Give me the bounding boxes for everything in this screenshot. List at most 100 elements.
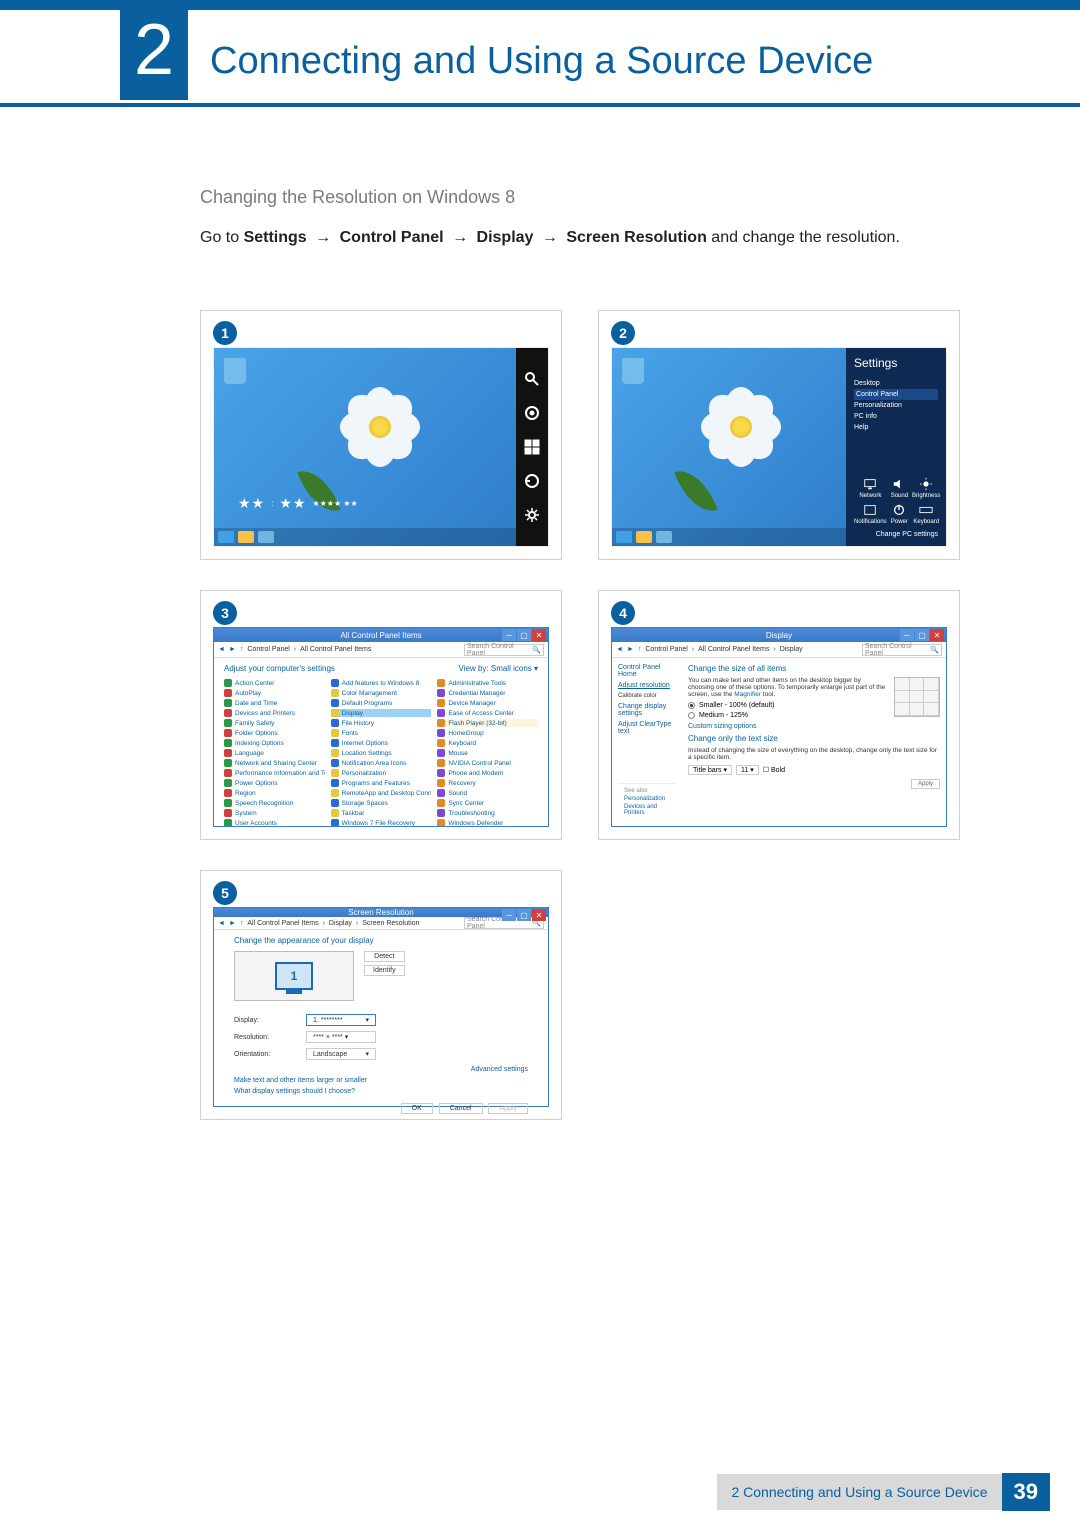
up-icon[interactable]: ↑ (240, 646, 244, 653)
control-panel-item[interactable]: Devices and Printers (224, 709, 325, 717)
minimize-icon[interactable]: ─ (502, 629, 516, 641)
close-icon[interactable]: ✕ (532, 909, 546, 921)
monitor-icon[interactable]: 1 (275, 962, 313, 990)
close-icon[interactable]: ✕ (930, 629, 944, 641)
control-panel-item[interactable]: Region (224, 789, 325, 797)
control-panel-item[interactable]: AutoPlay (224, 689, 325, 697)
control-panel-item[interactable]: Windows Defender (437, 819, 538, 826)
devices-icon[interactable] (524, 473, 540, 489)
control-panel-item[interactable]: Windows 7 File Recovery (331, 819, 432, 826)
see-also-devices[interactable]: Devices and Printers (624, 804, 670, 816)
radio-smaller[interactable]: Smaller - 100% (default) (688, 702, 888, 709)
orientation-select[interactable]: Landscape ▾ (306, 1048, 376, 1060)
taskbar-ie-icon[interactable] (616, 531, 632, 543)
search-input[interactable]: Search Control Panel🔍 (464, 644, 544, 656)
sound-icon[interactable]: Sound (891, 477, 908, 499)
control-panel-item[interactable]: Color Management (331, 689, 432, 697)
control-panel-item[interactable]: Device Manager (437, 699, 538, 707)
forward-icon[interactable]: ► (627, 646, 634, 653)
share-icon[interactable] (524, 405, 540, 421)
settings-link-desktop[interactable]: Desktop (854, 378, 938, 389)
adjust-resolution-link[interactable]: Adjust resolution (618, 682, 676, 689)
control-panel-item[interactable]: File History (331, 719, 432, 727)
change-display-settings-link[interactable]: Change display settings (618, 703, 676, 717)
calibrate-color-link[interactable]: Calibrate color (618, 693, 676, 699)
taskbar-ie-icon[interactable] (218, 531, 234, 543)
bold-checkbox[interactable]: ☐ Bold (763, 766, 785, 774)
settings-flyout[interactable]: Settings Desktop Control Panel Personali… (846, 348, 946, 546)
apply-button[interactable]: Apply (488, 1103, 528, 1114)
back-icon[interactable]: ◄ (218, 646, 225, 653)
taskbar-app-icon[interactable] (258, 531, 274, 543)
breadcrumb[interactable]: All Control Panel Items (247, 920, 318, 927)
settings-link-control-panel[interactable]: Control Panel (854, 389, 938, 400)
maximize-icon[interactable]: ▢ (517, 629, 531, 641)
up-icon[interactable]: ↑ (240, 920, 244, 927)
control-panel-item[interactable]: Keyboard (437, 739, 538, 747)
display-select[interactable]: 1. ******** ▾ (306, 1014, 376, 1026)
control-panel-item[interactable]: Sync Center (437, 799, 538, 807)
control-panel-item[interactable]: Flash Player (32-bit) (437, 719, 538, 727)
control-panel-item[interactable]: Storage Spaces (331, 799, 432, 807)
breadcrumb[interactable]: Control Panel (645, 646, 687, 653)
control-panel-item[interactable]: Add features to Windows 8 (331, 679, 432, 687)
window-titlebar[interactable]: Screen Resolution ─ ▢ ✕ (214, 908, 548, 917)
control-panel-item[interactable]: Language (224, 749, 325, 757)
address-bar[interactable]: ◄ ► ↑ Control Panel › All Control Panel … (214, 642, 548, 658)
settings-link-personalization[interactable]: Personalization (854, 400, 938, 411)
recycle-bin-icon[interactable] (622, 358, 644, 384)
taskbar-explorer-icon[interactable] (636, 531, 652, 543)
breadcrumb[interactable]: Control Panel (247, 646, 289, 653)
control-panel-item[interactable]: Display (331, 709, 432, 717)
advanced-settings-link[interactable]: Advanced settings (234, 1066, 528, 1073)
control-panel-item[interactable]: Indexing Options (224, 739, 325, 747)
control-panel-item[interactable]: Administrative Tools (437, 679, 538, 687)
control-panel-item[interactable]: Speech Recognition (224, 799, 325, 807)
see-also-personalization[interactable]: Personalization (624, 796, 670, 802)
maximize-icon[interactable]: ▢ (915, 629, 929, 641)
control-panel-item[interactable]: Folder Options (224, 729, 325, 737)
notifications-icon[interactable]: Notifications (854, 503, 887, 525)
control-panel-item[interactable]: Location Settings (331, 749, 432, 757)
close-icon[interactable]: ✕ (532, 629, 546, 641)
control-panel-item[interactable]: RemoteApp and Desktop Connections (331, 789, 432, 797)
control-panel-item[interactable]: Power Options (224, 779, 325, 787)
breadcrumb[interactable]: Display (329, 920, 352, 927)
make-text-larger-link[interactable]: Make text and other items larger or smal… (234, 1077, 528, 1084)
settings-link-pc-info[interactable]: PC info (854, 411, 938, 422)
control-panel-item[interactable]: Sound (437, 789, 538, 797)
breadcrumb[interactable]: All Control Panel Items (698, 646, 769, 653)
control-panel-item[interactable]: Personalization (331, 769, 432, 777)
minimize-icon[interactable]: ─ (502, 909, 516, 921)
control-panel-item[interactable]: Fonts (331, 729, 432, 737)
control-panel-item[interactable]: Action Center (224, 679, 325, 687)
control-panel-item[interactable]: Credential Manager (437, 689, 538, 697)
address-bar[interactable]: ◄ ► ↑ Control Panel › All Control Panel … (612, 642, 946, 658)
control-panel-item[interactable]: Network and Sharing Center (224, 759, 325, 767)
control-panel-item[interactable]: Recovery (437, 779, 538, 787)
taskbar[interactable] (214, 528, 516, 546)
text-item-select[interactable]: Title bars ▾ (688, 765, 732, 775)
control-panel-item[interactable]: Programs and Features (331, 779, 432, 787)
resolution-select[interactable]: **** × **** ▾ (306, 1031, 376, 1043)
radio-medium[interactable]: Medium - 125% (688, 712, 888, 719)
control-panel-item[interactable]: Default Programs (331, 699, 432, 707)
control-panel-item[interactable]: System (224, 809, 325, 817)
back-icon[interactable]: ◄ (218, 920, 225, 927)
control-panel-item[interactable]: Mouse (437, 749, 538, 757)
control-panel-item[interactable]: HomeGroup (437, 729, 538, 737)
ok-button[interactable]: OK (401, 1103, 433, 1114)
custom-sizing-link[interactable]: Custom sizing options (688, 723, 940, 730)
brightness-icon[interactable]: Brightness (912, 477, 940, 499)
charms-bar[interactable] (516, 348, 548, 546)
taskbar-app-icon[interactable] (656, 531, 672, 543)
keyboard-icon[interactable]: Keyboard (912, 503, 940, 525)
control-panel-item[interactable]: User Accounts (224, 819, 325, 826)
text-size-select[interactable]: 11 ▾ (736, 765, 759, 775)
display-arrangement-preview[interactable]: 1 (234, 951, 354, 1001)
settings-link-help[interactable]: Help (854, 422, 938, 433)
identify-button[interactable]: Identify (364, 965, 405, 976)
control-panel-item[interactable]: Family Safety (224, 719, 325, 727)
control-panel-item[interactable]: Notification Area Icons (331, 759, 432, 767)
detect-button[interactable]: Detect (364, 951, 405, 962)
